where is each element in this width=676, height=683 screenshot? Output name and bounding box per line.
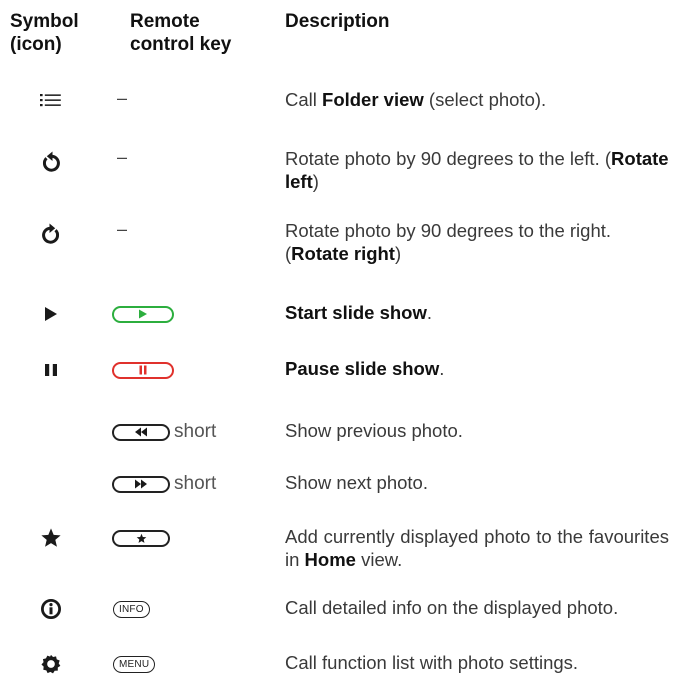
gear-icon xyxy=(34,651,68,677)
key-dash: – xyxy=(117,88,128,108)
star-key-icon xyxy=(112,529,170,547)
row-description: Call Folder view (select photo). xyxy=(285,89,547,110)
menu-key: MENU xyxy=(113,655,156,673)
remote-key: MENU xyxy=(112,651,156,677)
pause-icon xyxy=(34,357,68,383)
remote-key xyxy=(112,357,174,383)
info-icon xyxy=(34,596,68,622)
row-description: Call function list with photo settings. xyxy=(285,652,579,673)
rotate-left-icon xyxy=(34,149,68,175)
row-description: Pause slide show. xyxy=(285,358,445,379)
play-icon xyxy=(34,301,68,327)
row-description: Show next photo. xyxy=(285,472,428,493)
key-dash: – xyxy=(117,147,128,167)
description-column-header: Description xyxy=(285,11,390,32)
remote-key xyxy=(112,525,170,551)
row-description: Call detailed info on the displayed phot… xyxy=(285,597,619,618)
row-description: Rotate photo by 90 degrees to the right.… xyxy=(285,220,612,264)
fast-forward-key-icon xyxy=(112,475,170,493)
pause-key-icon xyxy=(112,361,174,379)
play-key-icon xyxy=(112,305,174,323)
info-key: INFO xyxy=(113,600,150,618)
remote-key: INFO xyxy=(112,596,150,622)
remote-key: short xyxy=(112,471,216,497)
symbol-column-header: Symbol (icon) xyxy=(10,11,79,55)
remote-key: short xyxy=(112,419,216,445)
row-description: Rotate photo by 90 degrees to the left. … xyxy=(285,148,669,192)
star-icon xyxy=(34,525,68,551)
row-description: Show previous photo. xyxy=(285,420,463,441)
list-icon xyxy=(34,88,68,114)
remote-key xyxy=(112,301,174,327)
remote-key-column-header: Remote control key xyxy=(130,11,232,55)
rotate-right-icon xyxy=(34,221,68,247)
row-description: Start slide show. xyxy=(285,302,433,323)
row-description: Add currently displayed photo to the fav… xyxy=(285,526,669,570)
key-dash: – xyxy=(117,219,128,239)
rewind-key-icon xyxy=(112,423,170,441)
